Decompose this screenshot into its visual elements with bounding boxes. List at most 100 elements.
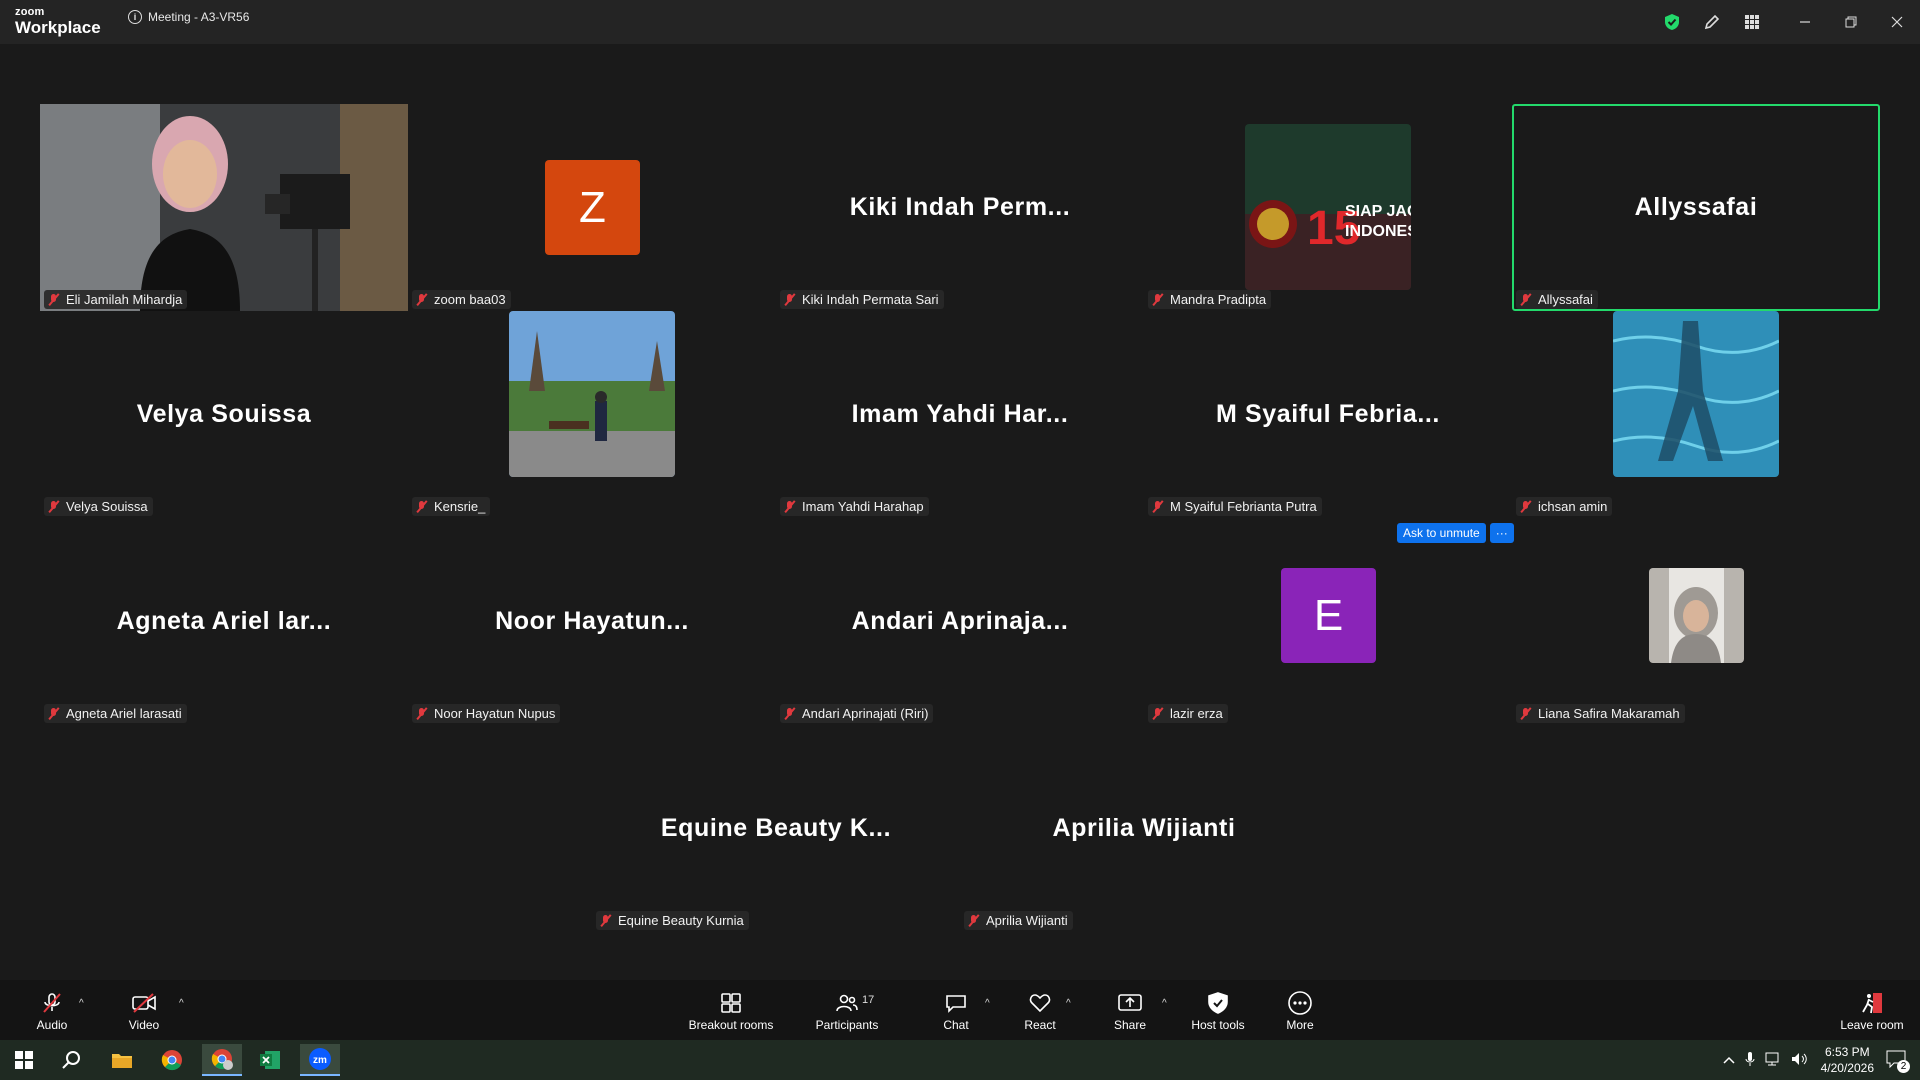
react-button[interactable]: React xyxy=(1020,980,1060,1040)
volume-icon[interactable] xyxy=(1791,1052,1809,1069)
video-off-icon xyxy=(131,989,157,1017)
leave-room-label: Leave room xyxy=(1840,1017,1904,1032)
leave-room-button[interactable]: Leave room xyxy=(1836,980,1908,1040)
participant-name: lazir erza xyxy=(1170,706,1223,721)
participant-tile[interactable]: Kiki Indah Perm... Kiki Indah Permata Sa… xyxy=(776,104,1144,311)
system-tray: 6:53 PM 4/20/2026 2 xyxy=(1723,1040,1920,1080)
excel-icon[interactable] xyxy=(250,1044,290,1076)
close-button[interactable] xyxy=(1874,0,1920,44)
participant-name-label: Noor Hayatun Nupus xyxy=(412,704,561,723)
restore-button[interactable] xyxy=(1828,0,1874,44)
network-icon[interactable] xyxy=(1765,1052,1783,1069)
search-icon[interactable] xyxy=(52,1044,92,1076)
participant-tile[interactable]: Andari Aprinaja... Andari Aprinajati (Ri… xyxy=(776,518,1144,725)
microphone-icon[interactable] xyxy=(1745,1051,1755,1070)
participant-name-label: M Syaiful Febrianta Putra xyxy=(1148,497,1322,516)
svg-text:INDONES: INDONES xyxy=(1345,223,1411,240)
tray-expand-chevron-icon[interactable] xyxy=(1723,1053,1735,1067)
participant-display-name: Noor Hayatun... xyxy=(495,607,689,635)
participant-tile[interactable]: Agneta Ariel lar... Agneta Ariel larasat… xyxy=(40,518,408,725)
participant-tile[interactable]: ichsan amin xyxy=(1512,311,1880,518)
chat-button[interactable]: Chat xyxy=(938,980,974,1040)
share-options-caret-icon[interactable]: ^ xyxy=(1162,998,1167,1009)
title-bar: zoom Workplace i Meeting - A3-VR56 xyxy=(0,0,1920,44)
participant-tile[interactable]: 15 SIAP JAG INDONES Mandra Pradipta xyxy=(1144,104,1512,311)
svg-text:SIAP JAG: SIAP JAG xyxy=(1345,203,1411,220)
participant-tile[interactable]: Eli Jamilah Mihardja xyxy=(40,104,408,311)
participant-display-name: Kiki Indah Perm... xyxy=(849,193,1071,221)
info-icon: i xyxy=(128,10,142,24)
notifications-icon[interactable]: 2 xyxy=(1886,1050,1910,1073)
clock-date: 4/20/2026 xyxy=(1820,1061,1874,1075)
chrome-icon[interactable] xyxy=(152,1044,192,1076)
system-clock[interactable]: 6:53 PM 4/20/2026 xyxy=(1821,1044,1874,1076)
participant-tile-active-speaker[interactable]: Allyssafai Allyssafai xyxy=(1512,104,1880,311)
shield-icon xyxy=(1207,989,1229,1017)
video-label: Video xyxy=(128,1017,160,1032)
participant-video xyxy=(40,104,408,311)
zoom-app-icon[interactable]: zm xyxy=(300,1044,340,1076)
clock-time: 6:53 PM xyxy=(1824,1045,1870,1059)
participant-tile[interactable]: M Syaiful Febria... M Syaiful Febrianta … xyxy=(1144,311,1512,518)
logo-big-text: Workplace xyxy=(15,18,101,37)
participant-tile[interactable]: Z zoom baa03 xyxy=(408,104,776,311)
mic-muted-icon xyxy=(47,500,60,513)
annotate-pencil-icon[interactable] xyxy=(1692,0,1732,44)
windows-start-icon[interactable] xyxy=(4,1044,44,1076)
chat-bubble-icon xyxy=(944,989,968,1017)
video-button[interactable]: Video xyxy=(120,980,168,1040)
file-explorer-icon[interactable] xyxy=(102,1044,142,1076)
mic-muted-icon xyxy=(40,989,64,1017)
participant-tile[interactable]: Noor Hayatun... Noor Hayatun Nupus xyxy=(408,518,776,725)
participant-tile[interactable]: Equine Beauty K... Equine Beauty Kurnia xyxy=(592,725,960,932)
participant-name: Allyssafai xyxy=(1538,292,1593,307)
apps-grid-icon[interactable] xyxy=(1732,0,1772,44)
participants-count: 17 xyxy=(862,994,875,1006)
participant-name: Eli Jamilah Mihardja xyxy=(66,292,183,307)
avatar: E xyxy=(1281,568,1376,663)
participant-name-label: Imam Yahdi Harahap xyxy=(780,497,929,516)
profile-picture xyxy=(1613,311,1779,477)
breakout-rooms-label: Breakout rooms xyxy=(688,1017,774,1032)
mic-muted-icon xyxy=(1151,707,1164,720)
more-button[interactable]: More xyxy=(1280,980,1320,1040)
participant-name-label: Liana Safira Makaramah xyxy=(1516,704,1685,723)
participant-tile[interactable]: Kensrie_ xyxy=(408,311,776,518)
audio-button[interactable]: Audio xyxy=(28,980,76,1040)
participant-tile[interactable]: Liana Safira Makaramah xyxy=(1512,518,1880,725)
participant-tile[interactable]: Aprilia Wijianti Aprilia Wijianti xyxy=(960,725,1328,932)
participants-button[interactable]: Participants xyxy=(812,980,882,1040)
share-button[interactable]: Share xyxy=(1110,980,1150,1040)
audio-options-caret-icon[interactable]: ^ xyxy=(79,998,84,1009)
chat-options-caret-icon[interactable]: ^ xyxy=(985,998,990,1009)
participant-tile[interactable]: Velya Souissa Velya Souissa xyxy=(40,311,408,518)
react-options-caret-icon[interactable]: ^ xyxy=(1066,998,1071,1009)
profile-picture xyxy=(1649,568,1744,663)
more-options-button[interactable]: ··· xyxy=(1489,523,1514,543)
more-label: More xyxy=(1286,1017,1314,1032)
mic-muted-icon xyxy=(47,707,60,720)
participant-name-label: zoom baa03 xyxy=(412,290,511,309)
chrome-profile-icon[interactable] xyxy=(202,1044,242,1076)
ask-to-unmute-button[interactable]: Ask to unmute xyxy=(1397,523,1486,543)
encryption-shield-icon[interactable] xyxy=(1652,0,1692,44)
video-options-caret-icon[interactable]: ^ xyxy=(179,998,184,1009)
profile-picture xyxy=(509,311,675,477)
participant-display-name: Aprilia Wijianti xyxy=(1052,814,1236,842)
svg-text:zm: zm xyxy=(313,1055,327,1066)
mic-muted-icon xyxy=(415,293,428,306)
participant-name: Imam Yahdi Harahap xyxy=(802,499,924,514)
participant-tile[interactable]: E lazir erza xyxy=(1144,518,1512,725)
mic-muted-icon xyxy=(599,914,612,927)
profile-picture: 15 SIAP JAG INDONES xyxy=(1245,124,1411,290)
mic-muted-icon xyxy=(783,500,796,513)
mic-muted-icon xyxy=(783,293,796,306)
participant-tile[interactable]: Imam Yahdi Har... Imam Yahdi Harahap xyxy=(776,311,1144,518)
minimize-button[interactable] xyxy=(1782,0,1828,44)
host-tools-button[interactable]: Host tools xyxy=(1188,980,1248,1040)
participant-display-name: Imam Yahdi Har... xyxy=(851,400,1069,428)
participant-name-label: Mandra Pradipta xyxy=(1148,290,1272,309)
breakout-rooms-button[interactable]: Breakout rooms xyxy=(684,980,778,1040)
mic-muted-icon xyxy=(967,914,980,927)
meeting-info-button[interactable]: i Meeting - A3-VR56 xyxy=(128,10,249,24)
